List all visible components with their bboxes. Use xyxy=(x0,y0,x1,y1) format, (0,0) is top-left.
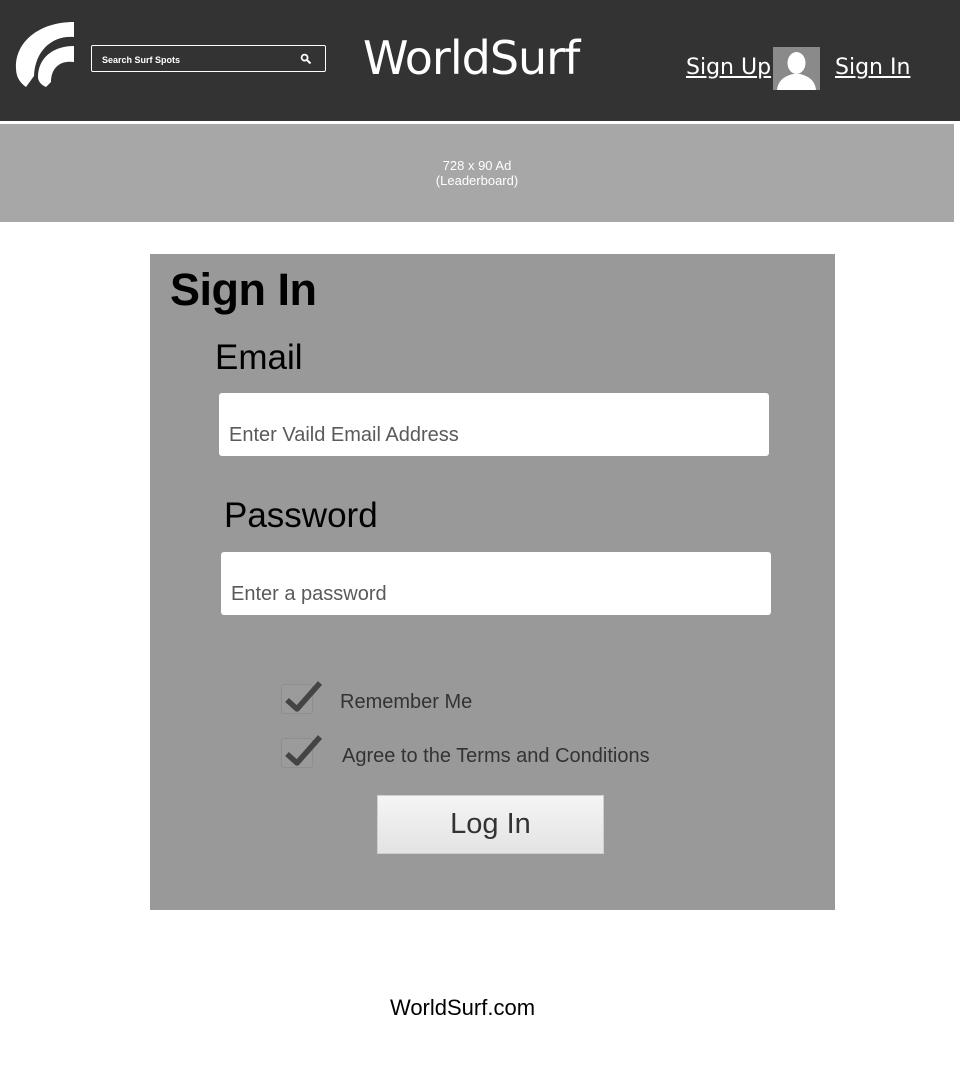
user-avatar-icon[interactable] xyxy=(773,47,820,90)
agree-terms-checkbox[interactable] xyxy=(281,735,323,768)
ad-type-label: (Leaderboard) xyxy=(435,173,519,188)
site-header: WorldSurf Sign Up Sign In xyxy=(0,0,960,121)
checkmark-icon xyxy=(285,735,323,766)
leaderboard-ad[interactable]: 728 x 90 Ad (Leaderboard) xyxy=(0,124,954,222)
password-field[interactable] xyxy=(221,552,771,615)
ad-size-label: 728 x 90 Ad xyxy=(442,158,512,173)
remember-me-checkbox[interactable] xyxy=(281,681,323,714)
sign-up-link[interactable]: Sign Up xyxy=(686,53,771,83)
footer-text: WorldSurf.com xyxy=(389,995,536,1020)
agree-terms-label: Agree to the Terms and Conditions xyxy=(342,745,650,767)
sign-in-link[interactable]: Sign In xyxy=(835,53,910,83)
email-field[interactable] xyxy=(219,393,769,456)
wave-logo-icon[interactable] xyxy=(13,20,77,90)
remember-me-label: Remember Me xyxy=(340,691,473,713)
password-label: Password xyxy=(224,496,378,535)
search-input[interactable] xyxy=(102,53,292,67)
log-in-button[interactable]: Log In xyxy=(377,795,604,854)
site-title[interactable]: WorldSurf xyxy=(363,30,580,86)
page-title: Sign In xyxy=(170,264,317,315)
signin-panel: Sign In Email Password Remember Me Agree… xyxy=(150,254,835,910)
checkmark-icon xyxy=(285,681,323,712)
search-icon[interactable] xyxy=(300,53,312,65)
search-box xyxy=(91,45,326,72)
email-label: Email xyxy=(215,338,303,377)
